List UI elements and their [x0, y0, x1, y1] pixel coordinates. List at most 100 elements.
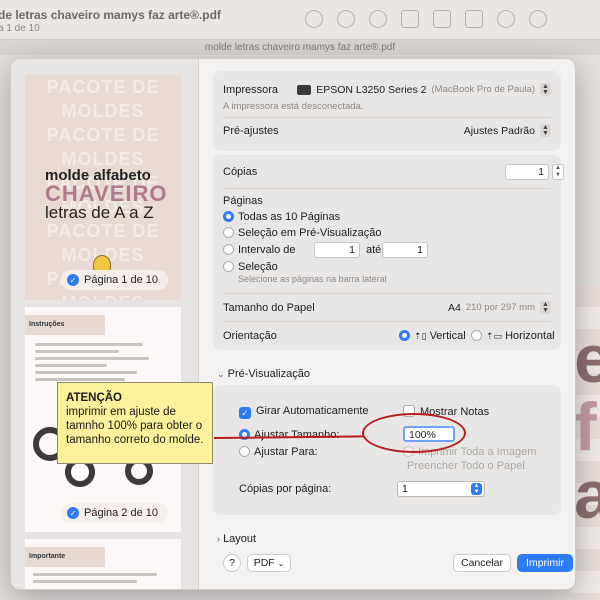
pdf-menu-button[interactable]: PDF ⌄ — [247, 554, 291, 572]
share-icon — [401, 10, 419, 28]
printer-name: EPSON L3250 Series 2 — [316, 83, 427, 96]
page-badge-1[interactable]: ✓ Página 1 de 10 — [61, 270, 169, 290]
range-from-input[interactable]: 1 — [314, 242, 360, 258]
printer-icon — [297, 84, 312, 95]
layout-section-toggle[interactable]: › Layout — [217, 533, 256, 545]
fit-label: Ajustar Para: — [254, 446, 318, 458]
copies-per-page-label: Cópias por página: — [239, 483, 332, 495]
pdf-label: PDF — [253, 557, 275, 569]
orientation-portrait-option[interactable]: ⇡▯ Vertical — [399, 330, 466, 342]
copies-label: Cópias — [223, 166, 258, 178]
popup-chevron-icon: ▲ ▼ — [540, 124, 551, 137]
print-button[interactable]: Imprimir — [517, 554, 573, 572]
printer-host: (MacBook Pro de Paula) — [431, 84, 536, 95]
pages-all-option[interactable]: Todas as 10 Páginas — [223, 211, 340, 223]
popup-chevron-icon: ▲ ▼ — [540, 301, 551, 314]
portrait-icon: ⇡▯ — [414, 331, 427, 341]
paper-size-value: A4 — [447, 301, 461, 314]
radio-selected-icon — [223, 211, 234, 222]
orientation-landscape-option[interactable]: ⇡▭ Horizontal — [471, 330, 555, 342]
orientation-landscape-label: Horizontal — [505, 330, 555, 342]
background-window-title: de letras chaveiro mamys faz arte®.pdf — [0, 8, 221, 22]
page-thumbnail-1[interactable]: PACOTE DE MOLDES PACOTE DE MOLDES PACOTE D… — [25, 75, 181, 300]
zoom-out-icon — [337, 10, 355, 28]
thumbnail-title-line3: letras de A a Z — [45, 203, 154, 222]
pages-selection-option[interactable]: Seleção — [223, 261, 278, 273]
background-toolbar: de letras chaveiro mamys faz arte®.pdf a… — [0, 0, 600, 40]
background-window-subtitle: a 1 de 10 — [0, 23, 40, 34]
chevron-right-icon: › — [217, 534, 220, 544]
page-thumbnail-3[interactable]: Importante — [25, 539, 181, 589]
markup-icon — [497, 10, 515, 28]
copies-stepper[interactable]: ▲ ▼ — [552, 164, 564, 180]
chevron-down-icon: ⌄ — [217, 369, 225, 379]
fill-entire-label: Preencher Todo o Papel — [407, 460, 525, 472]
popup-chevron-icon: ▲ ▼ — [540, 83, 551, 96]
background-letter: a — [574, 457, 600, 533]
auto-rotate-checkbox[interactable]: ✓ Girar Automaticamente — [239, 405, 369, 419]
radio-icon — [223, 261, 234, 272]
copies-per-page-value: 1 — [402, 483, 408, 495]
separator — [223, 321, 551, 322]
preview-section-toggle[interactable]: ⌄ Pré-Visualização — [217, 368, 310, 380]
annotation-note: ATENÇÃO imprimir em ajuste de tamnho 100… — [57, 382, 213, 464]
printer-status: A impressora está desconectada. — [223, 101, 364, 112]
background-document-title: molde letras chaveiro mamys faz arte®.pd… — [204, 42, 396, 53]
fill-entire-option[interactable]: Preencher Todo o Papel — [407, 460, 525, 472]
radio-icon — [239, 446, 250, 457]
page-thumbnails-sidebar[interactable]: PACOTE DE MOLDES PACOTE DE MOLDES PACOTE D… — [11, 59, 199, 589]
pages-range-label: Intervalo de — [238, 244, 296, 256]
cancel-button[interactable]: Cancelar — [453, 554, 511, 572]
paper-size-label: Tamanho do Papel — [223, 302, 315, 314]
checkbox-checked-icon: ✓ — [239, 407, 251, 419]
radio-icon — [471, 330, 482, 341]
presets-select[interactable]: Ajustes Padrão ▲ ▼ — [464, 124, 551, 137]
separator — [223, 293, 551, 294]
help-button[interactable]: ? — [223, 554, 241, 572]
radio-selected-icon — [399, 330, 410, 341]
copies-input[interactable]: 1 — [505, 164, 549, 180]
checkmark-icon: ✓ — [67, 274, 79, 286]
rotate-icon — [465, 10, 483, 28]
thumbnail-heading: Instruções — [25, 315, 105, 335]
pages-selection-preview-label: Seleção em Pré-Visualização — [238, 227, 382, 239]
pages-selection-preview-option[interactable]: Seleção em Pré-Visualização — [223, 227, 381, 239]
fit-option[interactable]: Ajustar Para: — [239, 446, 318, 458]
checkmark-icon: ✓ — [67, 507, 79, 519]
pages-label: Páginas — [223, 195, 263, 207]
page-badge-2[interactable]: ✓ Página 2 de 10 — [61, 503, 169, 523]
layout-section-label: Layout — [223, 533, 257, 545]
page-badge-label: Página 2 de 10 — [84, 507, 159, 519]
preview-section-label: Pré-Visualização — [227, 368, 310, 380]
orientation-portrait-label: Vertical — [429, 330, 466, 342]
annotation-title: ATENÇÃO — [66, 392, 123, 404]
presets-value: Ajustes Padrão — [463, 124, 535, 137]
zoom-in-icon — [369, 10, 387, 28]
background-letter: e — [574, 321, 600, 397]
radio-icon — [223, 244, 234, 255]
copies-per-page-select[interactable]: 1 ▲ ▼ — [397, 481, 485, 497]
pages-range-option[interactable]: Intervalo de — [223, 244, 295, 256]
copies-pages-group: Cópias 1 ▲ ▼ Páginas Todas as 10 Páginas … — [213, 155, 564, 350]
range-to-label: até — [366, 244, 382, 256]
auto-rotate-label: Girar Automaticamente — [256, 405, 369, 417]
pages-selection-hint: Selecione as páginas na barra lateral — [238, 274, 387, 284]
thumbnail-heading: Importante — [25, 547, 105, 567]
annotation-highlight-ellipse — [362, 413, 466, 453]
page-badge-label: Página 1 de 10 — [84, 274, 159, 286]
landscape-icon: ⇡▭ — [486, 331, 503, 341]
annotation-body: imprimir em ajuste de tamnho 100% para o… — [66, 406, 204, 446]
popup-chevron-icon: ▲ ▼ — [471, 483, 482, 495]
range-to-input[interactable]: 1 — [382, 242, 428, 258]
separator — [223, 188, 551, 189]
chevron-down-icon: ⌄ — [277, 558, 285, 568]
printer-select[interactable]: EPSON L3250 Series 2 (MacBook Pro de Pau… — [297, 83, 551, 96]
paper-size-dims: 210 por 297 mm — [465, 302, 535, 313]
orientation-label: Orientação — [223, 330, 277, 342]
separator — [223, 117, 551, 118]
printer-group: Impressora EPSON L3250 Series 2 (MacBook… — [213, 71, 561, 151]
highlight-icon — [433, 10, 451, 28]
paper-size-select[interactable]: A4 210 por 297 mm ▲ ▼ — [448, 301, 551, 314]
printer-label: Impressora — [223, 84, 279, 96]
pages-selection-label: Seleção — [238, 261, 278, 273]
